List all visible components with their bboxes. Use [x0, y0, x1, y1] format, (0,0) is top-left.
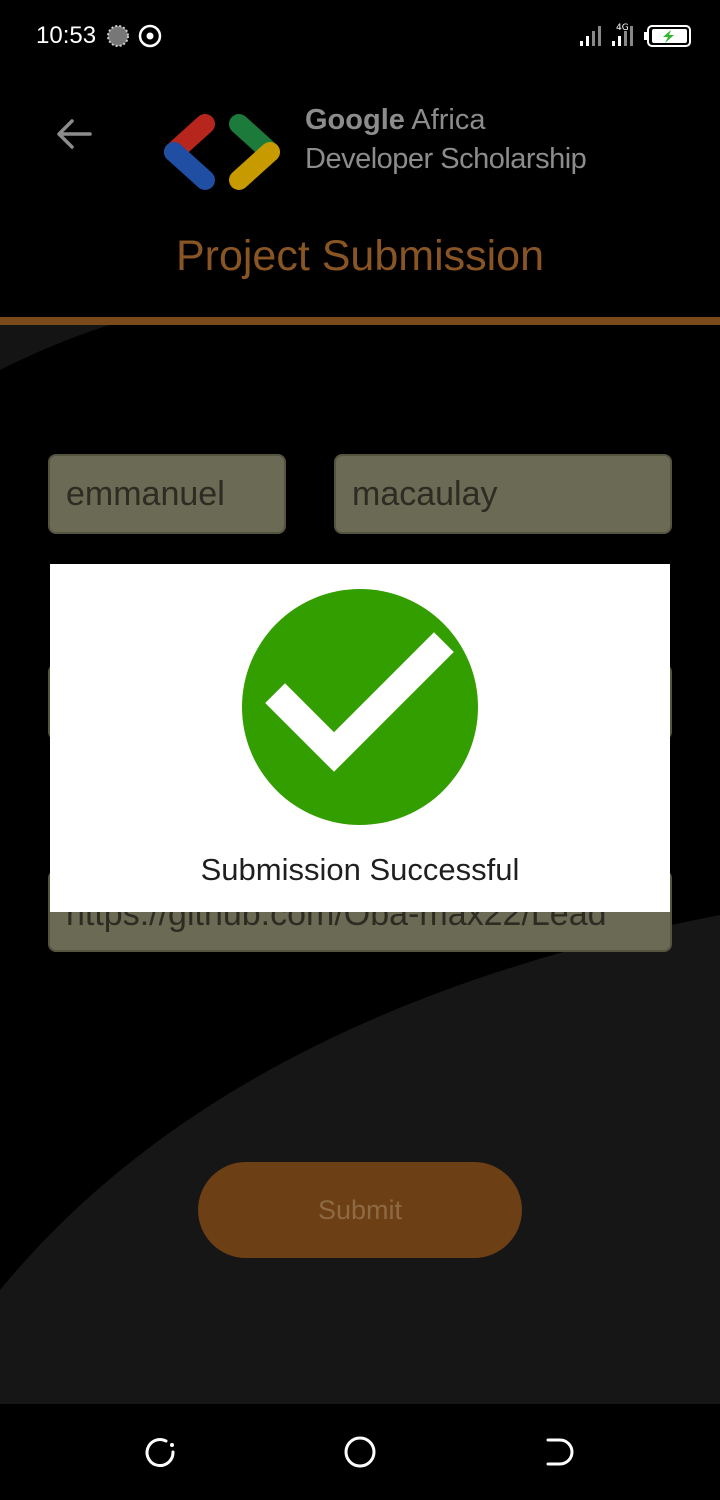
dialog-message: Submission Successful [200, 852, 520, 887]
first-name-field[interactable]: emmanuel [48, 454, 286, 534]
header-divider [0, 317, 720, 325]
status-time: 10:53 [36, 22, 97, 49]
gads-logo-icon [164, 114, 280, 190]
arrow-left-icon[interactable] [52, 112, 96, 156]
check-circle-icon [242, 589, 478, 825]
submit-button[interactable]: Submit [198, 1162, 522, 1258]
signal-battery-icons: 4G [580, 23, 691, 47]
page-title: Project Submission [175, 232, 545, 280]
brand-title: Google Africa [305, 104, 486, 136]
last-name-field[interactable]: macaulay [334, 454, 672, 534]
back-nav-icon[interactable] [540, 1432, 580, 1472]
svg-text:4G: 4G [616, 23, 629, 33]
recents-icon[interactable] [140, 1432, 180, 1472]
success-dialog: Submission Successful [50, 564, 670, 912]
home-icon[interactable] [340, 1432, 380, 1472]
brand-subtitle: Developer Scholarship [305, 143, 587, 175]
notification-icons [107, 24, 162, 48]
status-bar: 10:53 4G [0, 0, 720, 72]
